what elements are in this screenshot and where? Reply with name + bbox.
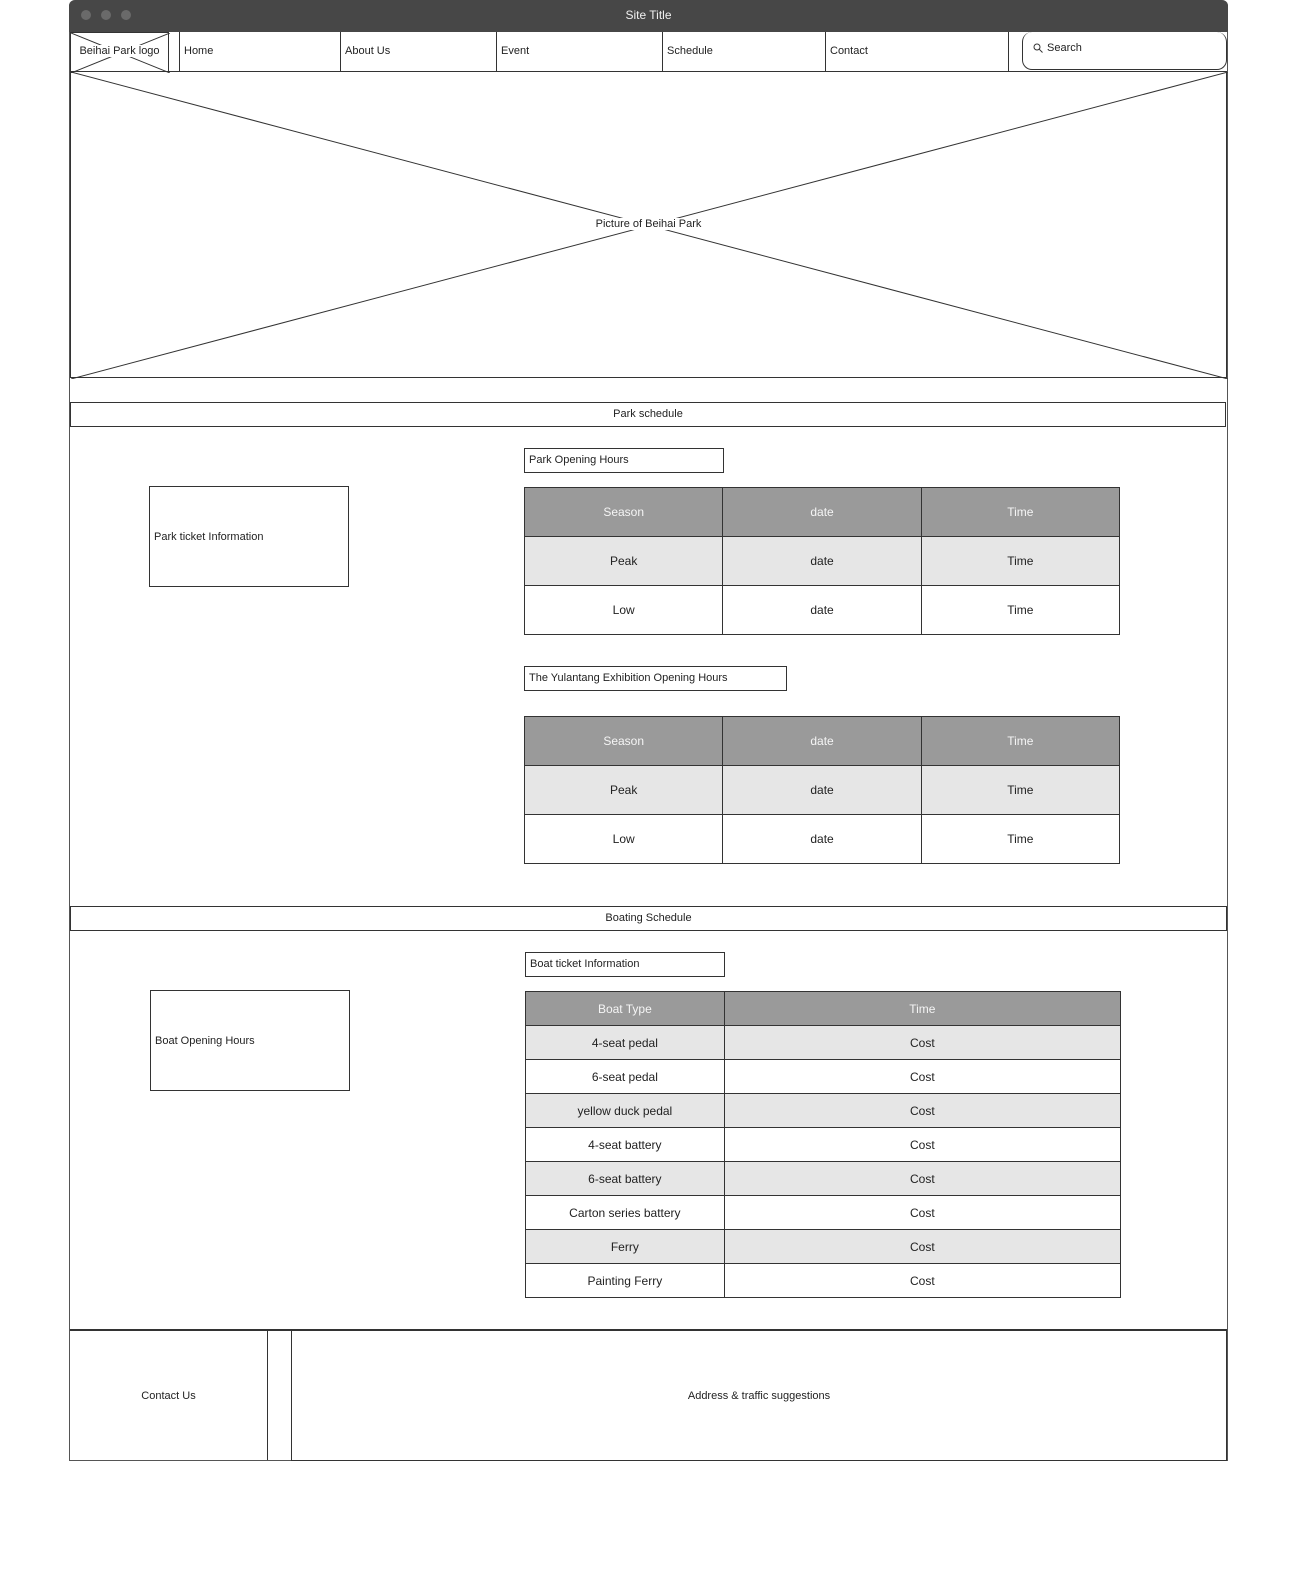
search-placeholder: Search <box>1047 42 1082 54</box>
table-header: Time <box>920 487 1121 537</box>
table-cell: Painting Ferry <box>525 1263 725 1298</box>
table-header: Boat Type <box>525 991 725 1026</box>
table-cell: Peak <box>523 765 724 815</box>
table-cell: Cost <box>723 1263 1122 1298</box>
search-icon <box>1033 43 1043 53</box>
exhibition-hours-table: Season date Time Peak date Time Low date… <box>523 716 1121 864</box>
footer-address-label: Address & traffic suggestions <box>687 1389 831 1402</box>
table-cell: Time <box>920 585 1121 635</box>
table-row: Peak date Time <box>523 536 1121 586</box>
table-row: Low date Time <box>523 814 1121 864</box>
table-cell: Cost <box>723 1025 1122 1060</box>
table-cell: Ferry <box>525 1229 725 1264</box>
table-row: Low date Time <box>523 585 1121 635</box>
table-cell: yellow duck pedal <box>525 1093 725 1128</box>
footer-address: Address & traffic suggestions <box>291 1330 1227 1461</box>
table-cell: Low <box>523 585 724 635</box>
logo-label: Beihai Park logo <box>78 45 161 57</box>
nav-divider <box>662 32 663 72</box>
table-header: Season <box>523 487 724 537</box>
table-cell: date <box>722 814 922 864</box>
table-cell: Carton series battery <box>525 1195 725 1230</box>
nav-divider <box>340 32 341 72</box>
table-cell: Time <box>920 814 1121 864</box>
hero-label: Picture of Beihai Park <box>593 218 704 230</box>
nav-item-home[interactable]: Home <box>184 45 213 57</box>
boat-opening-hours-label: Boat Opening Hours <box>155 1034 255 1047</box>
table-cell: Cost <box>723 1195 1122 1230</box>
table-header: Time <box>723 991 1122 1026</box>
nav-divider <box>179 32 180 72</box>
search-input[interactable]: Search <box>1022 32 1227 70</box>
nav-divider <box>1008 32 1009 72</box>
table-cell: date <box>722 765 922 815</box>
nav-item-event[interactable]: Event <box>501 45 529 57</box>
nav-item-schedule[interactable]: Schedule <box>667 45 713 57</box>
table-cell: Cost <box>723 1093 1122 1128</box>
footer-contact-us[interactable]: Contact Us <box>70 1330 268 1460</box>
exhibition-hours-caption: The Yulantang Exhibition Opening Hours <box>524 666 787 691</box>
table-row: 4-seat pedal Cost <box>525 1025 1122 1060</box>
table-row: 4-seat battery Cost <box>525 1127 1122 1162</box>
nav-item-about-us[interactable]: About Us <box>345 45 390 57</box>
table-cell: Cost <box>723 1161 1122 1196</box>
table-row: Ferry Cost <box>525 1229 1122 1264</box>
table-cell: Cost <box>723 1127 1122 1162</box>
park-opening-hours-table: Season date Time Peak date Time Low date… <box>523 487 1121 635</box>
site-logo[interactable]: Beihai Park logo <box>70 32 170 73</box>
table-row: Painting Ferry Cost <box>525 1263 1122 1298</box>
table-cell: 4-seat pedal <box>525 1025 725 1060</box>
table-header: date <box>722 716 922 766</box>
boat-opening-hours-box: Boat Opening Hours <box>150 990 350 1091</box>
nav-divider <box>825 32 826 72</box>
table-header: Time <box>920 716 1121 766</box>
table-row: Peak date Time <box>523 765 1121 815</box>
table-cell: date <box>722 536 922 586</box>
table-row: Carton series battery Cost <box>525 1195 1122 1230</box>
table-cell: Peak <box>523 536 724 586</box>
nav-divider <box>496 32 497 72</box>
window-title: Site Title <box>625 8 672 22</box>
park-ticket-info-label: Park ticket Information <box>154 530 264 543</box>
table-cell: 6-seat battery <box>525 1161 725 1196</box>
footer-spacer <box>268 1330 291 1460</box>
park-ticket-info-box: Park ticket Information <box>149 486 349 587</box>
title-bar: Site Title <box>69 0 1228 32</box>
boating-schedule-heading: Boating Schedule <box>70 906 1227 931</box>
table-cell: Low <box>523 814 724 864</box>
table-row: 6-seat battery Cost <box>525 1161 1122 1196</box>
nav-item-contact[interactable]: Contact <box>830 45 868 57</box>
table-cell: Cost <box>723 1229 1122 1264</box>
table-cell: 4-seat battery <box>525 1127 725 1162</box>
park-opening-hours-caption: Park Opening Hours <box>524 448 724 473</box>
boat-ticket-table: Boat Type Time 4-seat pedal Cost 6-seat … <box>525 991 1122 1298</box>
table-row: 6-seat pedal Cost <box>525 1059 1122 1094</box>
table-header: Season <box>523 716 724 766</box>
table-cell: Time <box>920 765 1121 815</box>
footer-contact-label: Contact Us <box>141 1389 196 1402</box>
park-schedule-heading: Park schedule <box>70 402 1226 427</box>
boat-ticket-info-caption: Boat ticket Information <box>525 952 725 977</box>
table-row: yellow duck pedal Cost <box>525 1093 1122 1128</box>
table-cell: 6-seat pedal <box>525 1059 725 1094</box>
table-header: date <box>722 487 922 537</box>
table-cell: Time <box>920 536 1121 586</box>
table-cell: date <box>722 585 922 635</box>
table-cell: Cost <box>723 1059 1122 1094</box>
hero-image: Picture of Beihai Park <box>70 71 1228 379</box>
